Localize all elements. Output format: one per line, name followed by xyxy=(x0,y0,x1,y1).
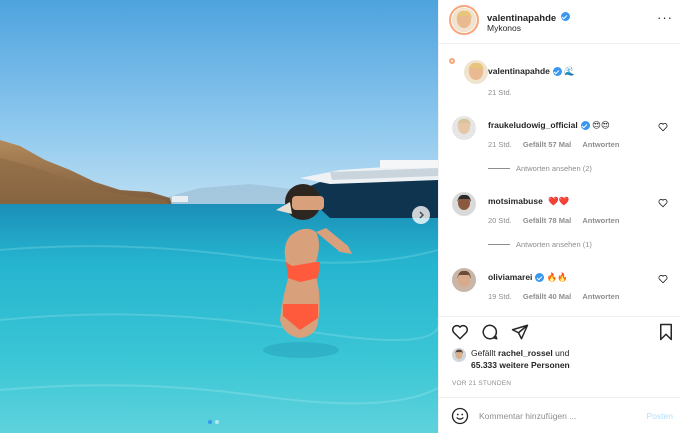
share-send-icon[interactable] xyxy=(511,323,529,341)
commenter-avatar-image xyxy=(452,268,476,292)
commenter-avatar[interactable] xyxy=(452,268,476,292)
comment-text: motsimabuse ❤️❤️ xyxy=(488,196,569,207)
comment-bubble-icon[interactable] xyxy=(481,323,499,341)
like-comment-heart-icon[interactable] xyxy=(658,198,668,208)
post-action-bar xyxy=(439,316,680,346)
comment-body: 🔥🔥 xyxy=(546,272,568,282)
post-location[interactable]: Mykonos xyxy=(487,23,521,33)
commenter-avatar[interactable] xyxy=(452,192,476,216)
likes-summary[interactable]: Gefällt rachel_rossel und 65.333 weitere… xyxy=(471,347,570,371)
comment-time[interactable]: 19 Std. xyxy=(488,292,512,301)
commenter-avatar-image xyxy=(452,192,476,216)
verified-badge-icon xyxy=(580,121,590,131)
author-avatar[interactable] xyxy=(452,8,476,32)
reply-button[interactable]: Antworten xyxy=(582,216,619,225)
reply-button[interactable]: Antworten xyxy=(582,140,619,149)
caption-avatar[interactable] xyxy=(464,60,488,84)
comment-username[interactable]: fraukeludowig_official xyxy=(488,120,578,130)
post-header: valentinapahde Mykonos ··· xyxy=(439,0,680,44)
comment-text: oliviamarei 🔥🔥 xyxy=(488,272,568,283)
comment-meta: 21 Std. Gefällt 57 Mal Antworten xyxy=(488,140,628,149)
post-side-panel: valentinapahde Mykonos ··· valentinapahd… xyxy=(438,0,680,433)
comment-meta: 19 Std. Gefällt 40 Mal Antworten xyxy=(488,292,628,301)
chevron-right-icon xyxy=(419,211,424,219)
comment-likes[interactable]: Gefällt 78 Mal xyxy=(523,216,571,225)
comment-input[interactable] xyxy=(479,408,629,424)
post-photo[interactable] xyxy=(0,0,438,433)
replies-divider xyxy=(488,244,510,245)
emoji-smiley-icon[interactable] xyxy=(451,407,469,425)
more-options-button[interactable]: ··· xyxy=(657,11,673,24)
carousel-dots xyxy=(208,420,219,424)
likes-count[interactable]: 65.333 weitere Personen xyxy=(471,360,570,370)
comment-time[interactable]: 20 Std. xyxy=(488,216,512,225)
bookmark-icon[interactable] xyxy=(658,323,674,341)
verified-badge-icon xyxy=(560,12,570,22)
carousel-dot xyxy=(215,420,219,424)
verified-badge-icon xyxy=(552,67,562,77)
beach-photo-image xyxy=(0,0,438,433)
likes-user[interactable]: rachel_rossel xyxy=(498,348,553,358)
carousel-dot-active xyxy=(208,420,212,424)
comment-body: 😍😍 xyxy=(592,120,610,130)
caption-meta: 21 Std. xyxy=(488,88,521,97)
comment-time[interactable]: 21 Std. xyxy=(488,140,512,149)
author-avatar-ring[interactable] xyxy=(449,5,479,35)
comment-username[interactable]: motsimabuse xyxy=(488,196,543,206)
view-replies-label: Antworten ansehen (1) xyxy=(516,240,592,249)
verified-badge-icon xyxy=(535,273,545,283)
view-replies-label: Antworten ansehen (2) xyxy=(516,164,592,173)
like-comment-heart-icon[interactable] xyxy=(658,274,668,284)
caption-time[interactable]: 21 Std. xyxy=(488,88,512,97)
reply-button[interactable]: Antworten xyxy=(582,292,619,301)
likes-prefix: Gefällt xyxy=(471,348,496,358)
caption-avatar-ring[interactable] xyxy=(449,58,488,84)
author-avatar-image xyxy=(452,8,476,32)
comment-meta: 20 Std. Gefällt 78 Mal Antworten xyxy=(488,216,628,225)
likes-connector: und xyxy=(555,348,570,358)
next-image-button[interactable] xyxy=(412,206,430,224)
comment-text: fraukeludowig_official 😍😍 xyxy=(488,120,610,131)
caption-text: valentinapahde 🌊 xyxy=(488,66,575,77)
caption-avatar-image xyxy=(464,60,488,84)
replies-divider xyxy=(488,168,510,169)
comments-section: valentinapahde 🌊 21 Std. fraukeludowig_o… xyxy=(439,46,680,314)
commenter-avatar-image xyxy=(452,116,476,140)
post-timestamp[interactable]: VOR 21 STUNDEN xyxy=(452,380,511,387)
comment-likes[interactable]: Gefällt 40 Mal xyxy=(523,292,571,301)
comment-body: ❤️❤️ xyxy=(548,196,570,206)
post-comment-button[interactable]: Posten xyxy=(647,411,673,421)
more-horizontal-icon: ··· xyxy=(657,10,673,25)
caption-username[interactable]: valentinapahde xyxy=(488,66,550,76)
comment-likes[interactable]: Gefällt 57 Mal xyxy=(523,140,571,149)
comment-username[interactable]: oliviamarei xyxy=(488,272,532,282)
add-comment-bar: Posten xyxy=(439,397,680,433)
like-heart-icon[interactable] xyxy=(451,323,469,341)
view-replies-button[interactable]: Antworten ansehen (1) xyxy=(488,240,592,249)
caption-emoji: 🌊 xyxy=(564,66,575,76)
like-comment-heart-icon[interactable] xyxy=(658,122,668,132)
liker-avatar-image xyxy=(452,348,466,362)
liker-avatar[interactable] xyxy=(452,348,466,362)
commenter-avatar[interactable] xyxy=(452,116,476,140)
view-replies-button[interactable]: Antworten ansehen (2) xyxy=(488,164,592,173)
